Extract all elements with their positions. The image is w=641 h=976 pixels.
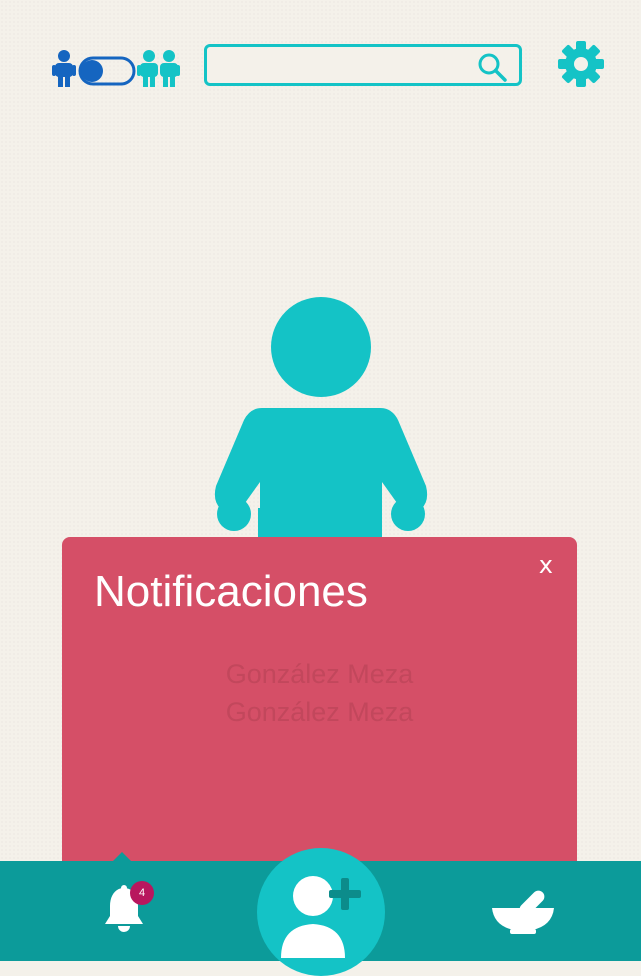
toggle-switch[interactable] — [78, 56, 136, 86]
children-icon — [137, 50, 180, 87]
child-icon — [52, 50, 76, 87]
profile-name-line-2: González Meza — [225, 697, 414, 727]
add-user-button[interactable] — [257, 848, 385, 976]
notifications-panel: Notificaciones x González Meza González … — [62, 537, 577, 877]
search-box[interactable] — [204, 44, 522, 86]
search-icon[interactable] — [477, 52, 507, 82]
notifications-title: Notificaciones — [94, 567, 368, 616]
add-user-icon — [281, 876, 361, 958]
panel-pointer — [110, 852, 134, 864]
mortar-pestle-icon[interactable] — [488, 886, 558, 934]
profile-name-line-1: González Meza — [225, 659, 414, 689]
close-button[interactable]: x — [539, 551, 553, 579]
search-input[interactable] — [217, 53, 471, 81]
gear-icon[interactable] — [558, 41, 604, 87]
notifications-badge: 4 — [130, 881, 154, 905]
mode-toggle[interactable] — [52, 48, 180, 88]
